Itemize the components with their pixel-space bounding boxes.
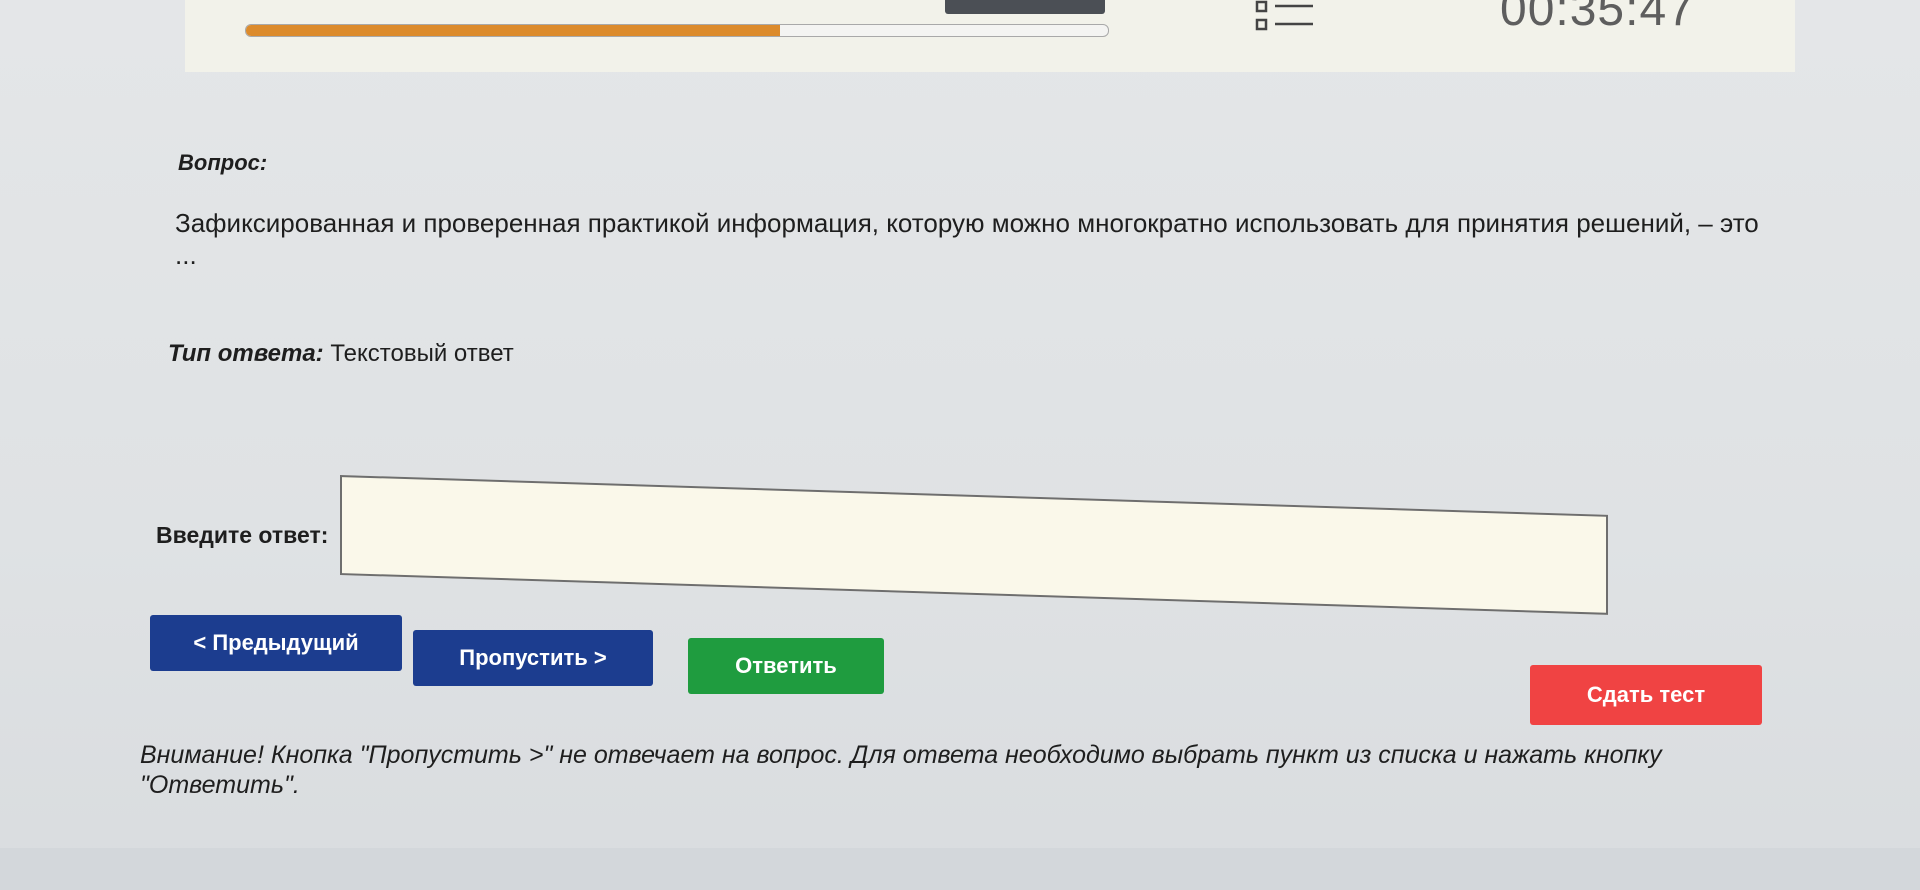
header-panel: 00:35:47: [185, 0, 1795, 72]
submit-test-button[interactable]: Сдать тест: [1530, 665, 1762, 725]
question-text: Зафиксированная и проверенная практикой …: [175, 208, 1759, 270]
question-label: Вопрос:: [178, 150, 268, 175]
warning-text: Внимание! Кнопка "Пропустить >" не отвеч…: [140, 741, 1662, 799]
timer: 00:35:47: [1500, 0, 1695, 36]
progress-bar: [245, 24, 1109, 37]
answer-type: Тип ответа: Текстовый ответ: [168, 340, 514, 368]
answer-label: Введите ответ:: [156, 522, 329, 548]
skip-button[interactable]: Пропустить >: [413, 630, 653, 686]
list-icon[interactable]: [1255, 0, 1325, 34]
answer-button[interactable]: Ответить: [688, 638, 884, 694]
answer-type-label: Тип ответа:: [168, 340, 324, 367]
previous-unanswered-button[interactable]: [945, 0, 1105, 14]
answer-type-value: Текстовый ответ: [323, 340, 514, 367]
answer-input[interactable]: [340, 475, 1608, 615]
previous-button[interactable]: < Предыдущий: [150, 615, 402, 671]
progress-fill: [246, 25, 781, 36]
bottom-strip: [0, 848, 1920, 890]
